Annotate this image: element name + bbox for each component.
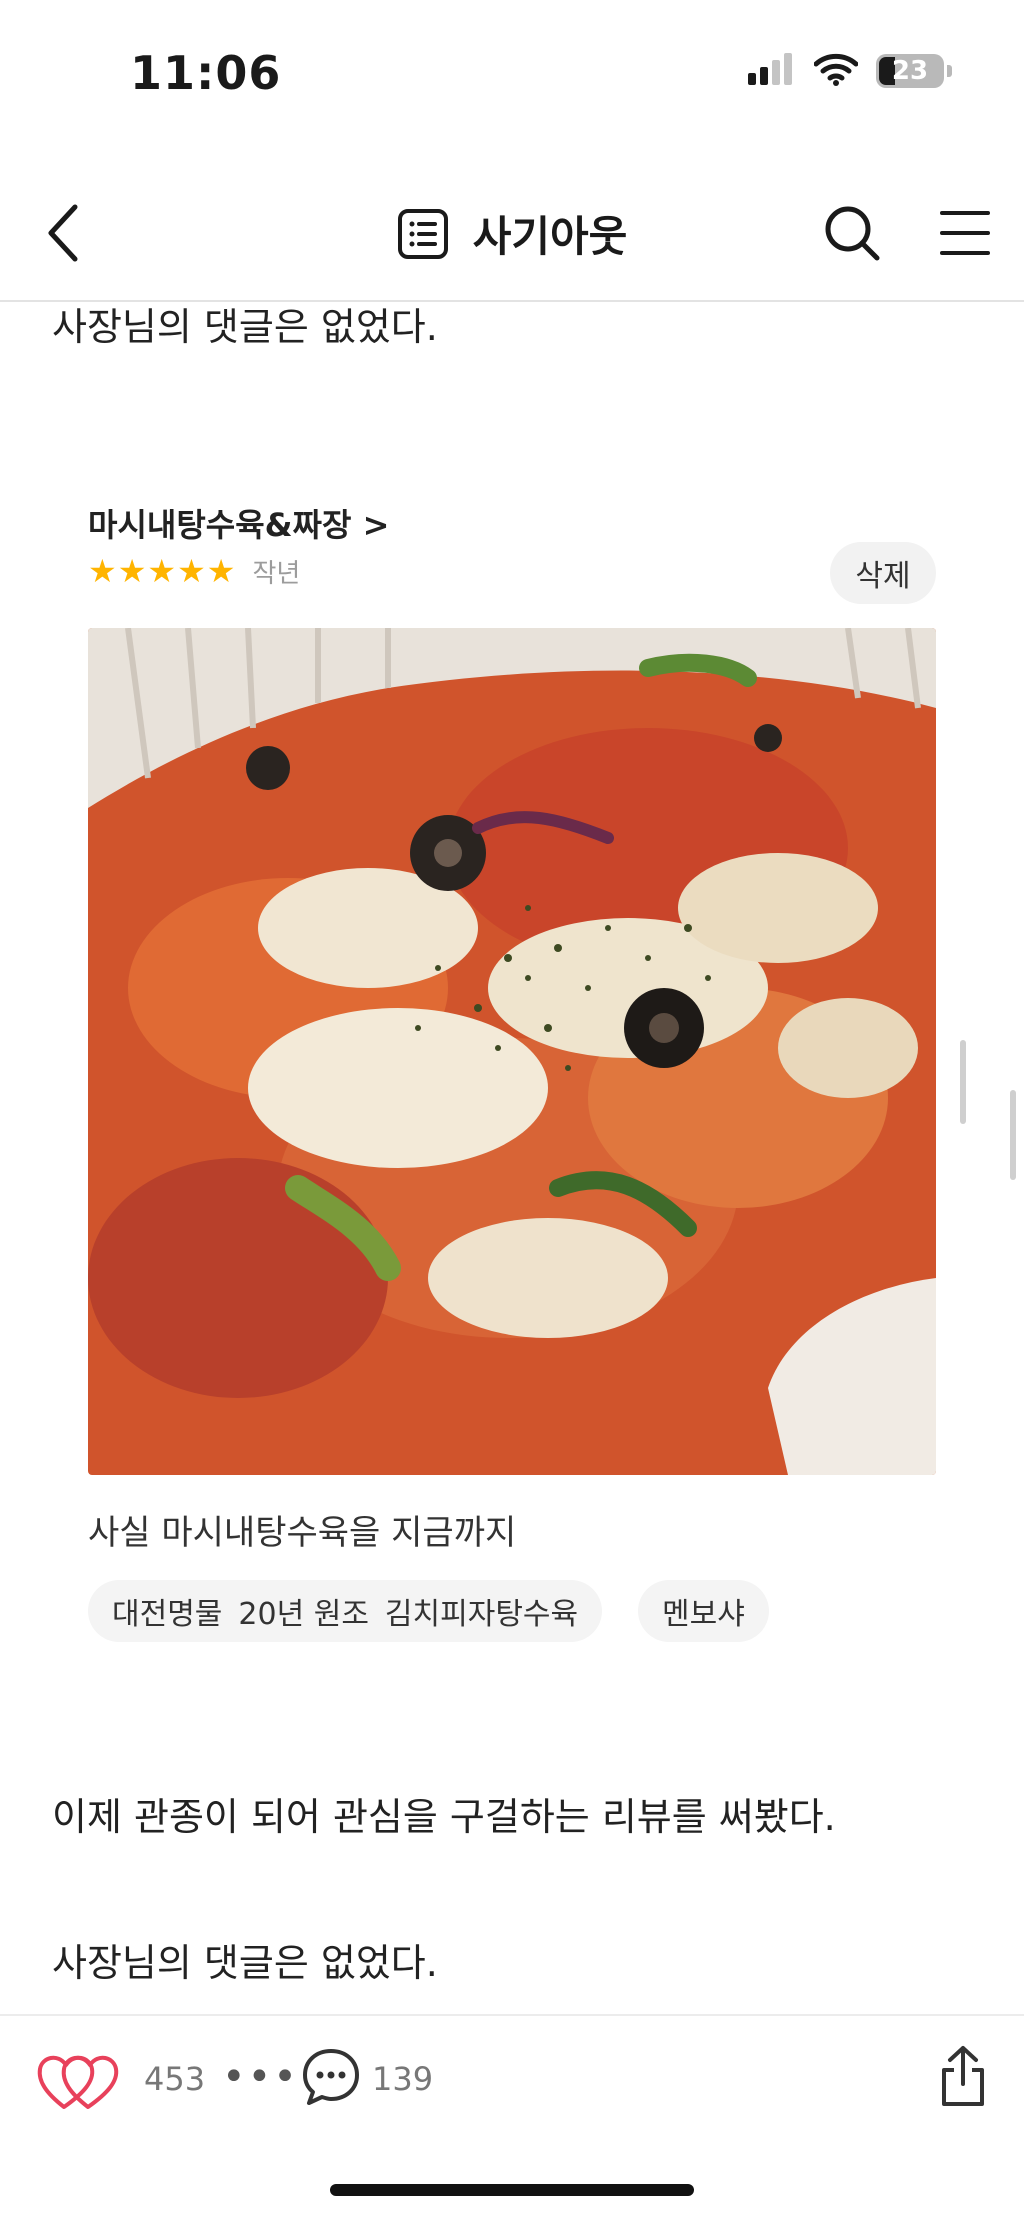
tag-label: 김치피자탕수육 bbox=[384, 1597, 579, 1632]
review-text: 사실 마시내탕수육을 지금까지 bbox=[88, 1513, 517, 1553]
tag-label: 20년 원조 bbox=[238, 1597, 369, 1632]
star-rating: ★★★★★ bbox=[88, 552, 237, 590]
nav-bar: 사기아웃 bbox=[0, 165, 1024, 302]
status-icons: 23 bbox=[748, 52, 952, 90]
cellular-signal-icon bbox=[748, 53, 796, 89]
store-link[interactable]: 마시내탕수육&짜장 > bbox=[88, 500, 389, 546]
status-bar: 11:06 23 bbox=[0, 0, 1024, 150]
nav-title: 사기아웃 bbox=[472, 212, 628, 261]
list-document-icon bbox=[397, 208, 448, 259]
comment-button[interactable] bbox=[298, 2044, 364, 2110]
search-icon bbox=[825, 206, 880, 261]
search-button[interactable] bbox=[812, 193, 892, 273]
home-indicator[interactable] bbox=[330, 2184, 694, 2196]
store-name: 마시내탕수육&짜장 bbox=[88, 506, 352, 544]
tag-label: 대전명물 bbox=[112, 1597, 223, 1632]
share-icon bbox=[942, 2046, 984, 2106]
delete-button[interactable]: 삭제 bbox=[830, 542, 936, 604]
review-date: 작년 bbox=[252, 558, 301, 589]
battery-level: 23 bbox=[891, 56, 929, 86]
post-paragraph: 사장님의 댓글은 없었다. bbox=[52, 305, 438, 349]
status-time: 11:06 bbox=[130, 46, 282, 100]
rating-row: ★★★★★ 작년 bbox=[88, 552, 300, 590]
like-button[interactable] bbox=[36, 2046, 126, 2116]
heart-icon bbox=[37, 2055, 119, 2109]
post-paragraph: 이제 관종이 되어 관심을 구걸하는 리뷰를 써봤다. bbox=[52, 1795, 836, 1839]
post-paragraph: 사장님의 댓글은 없었다. bbox=[52, 1941, 438, 1985]
review-photo[interactable] bbox=[88, 628, 936, 1475]
menu-button[interactable] bbox=[925, 193, 1005, 273]
battery-icon: 23 bbox=[876, 54, 952, 88]
chevron-right-icon: > bbox=[362, 506, 390, 544]
tag-chip[interactable]: 대전명물 20년 원조 김치피자탕수육 bbox=[88, 1580, 603, 1642]
tag-chip[interactable]: 멘보샤 bbox=[638, 1580, 769, 1642]
wifi-icon bbox=[813, 52, 859, 90]
share-button[interactable] bbox=[930, 2036, 996, 2116]
comment-count: 139 bbox=[372, 2060, 434, 2098]
tag-label: 멘보샤 bbox=[662, 1597, 745, 1632]
scrollbar[interactable] bbox=[1010, 1090, 1016, 1180]
more-dots-icon[interactable]: ••• bbox=[222, 2054, 299, 2100]
hamburger-menu-icon bbox=[940, 211, 990, 255]
scroll-indicator[interactable] bbox=[960, 1040, 966, 1124]
like-count: 453 bbox=[144, 2060, 206, 2098]
comment-icon bbox=[303, 2049, 359, 2105]
